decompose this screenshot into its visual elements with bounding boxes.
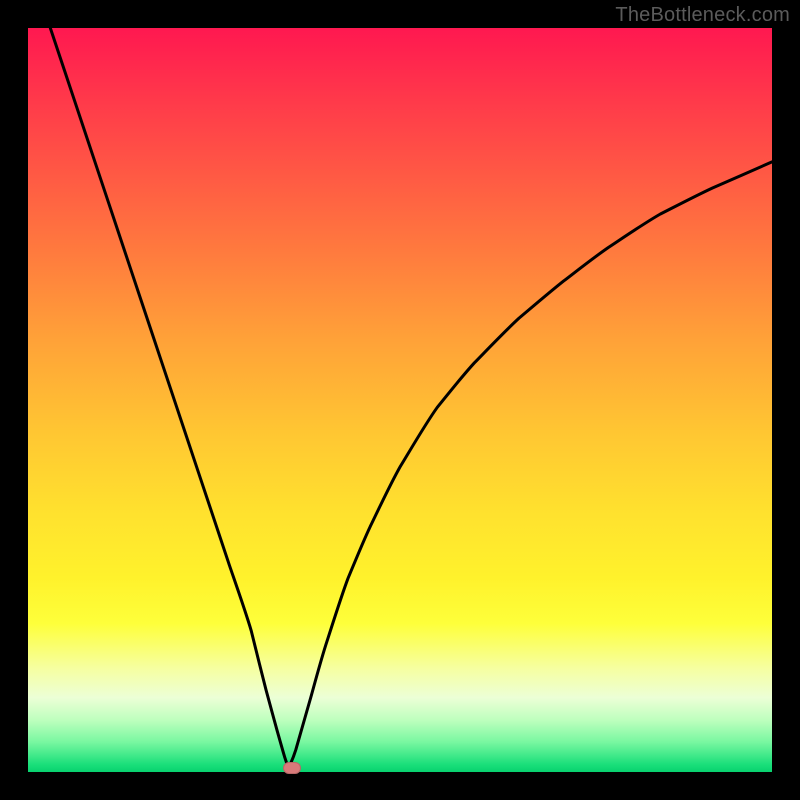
bottleneck-curve [28, 28, 772, 772]
attribution-label: TheBottleneck.com [615, 4, 790, 27]
min-marker [283, 762, 301, 774]
plot-area [28, 28, 772, 772]
chart-frame: TheBottleneck.com [0, 0, 800, 800]
